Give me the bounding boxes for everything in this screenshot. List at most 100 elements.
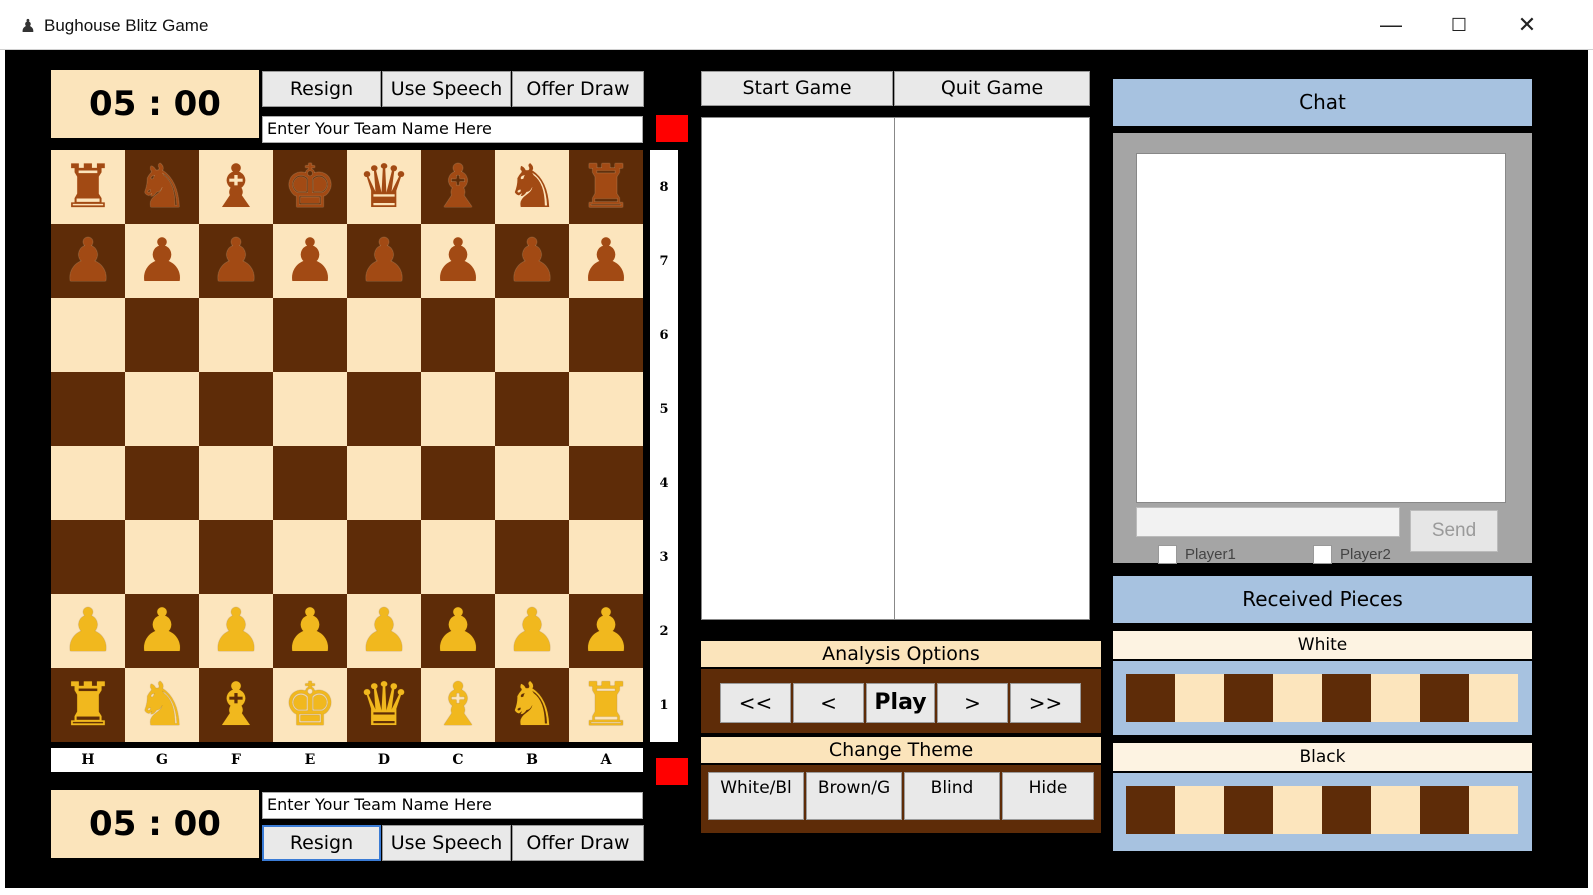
w-bishop-icon[interactable]: ♝ <box>209 668 263 742</box>
board-square[interactable]: ♟ <box>569 224 643 298</box>
bottom-team-name-field[interactable]: Enter Your Team Name Here <box>262 792 643 819</box>
chess-board[interactable]: ♜ ♞ ♝ ♚ ♛ ♝ ♞ ♜ ♟ ♟ ♟ ♟ ♟ ♟ ♟ ♟ ♟ ♟ ♟ ♟ ♟ ♟ ♟ ♟ ♜ ♞ ♝ ♚ ♛ ♝ ♞ ♜ <box>51 150 643 742</box>
player2-checkbox[interactable] <box>1313 545 1332 564</box>
b-knight-icon[interactable]: ♞ <box>135 150 189 224</box>
board-square[interactable]: ♟ <box>495 594 569 668</box>
board-square[interactable] <box>569 372 643 446</box>
theme-hide-button[interactable]: Hide <box>1002 772 1094 820</box>
board-square[interactable]: ♝ <box>199 668 273 742</box>
received-piece-slot[interactable] <box>1469 674 1518 722</box>
b-pawn-icon[interactable]: ♟ <box>505 224 559 298</box>
b-bishop-icon[interactable]: ♝ <box>431 150 485 224</box>
board-square[interactable] <box>347 298 421 372</box>
b-pawn-icon[interactable]: ♟ <box>357 224 411 298</box>
received-piece-slot[interactable] <box>1224 674 1273 722</box>
board-square[interactable]: ♟ <box>421 224 495 298</box>
received-piece-slot[interactable] <box>1322 786 1371 834</box>
board-square[interactable] <box>495 520 569 594</box>
board-square[interactable]: ♝ <box>421 150 495 224</box>
board-square[interactable]: ♚ <box>273 150 347 224</box>
board-square[interactable] <box>569 446 643 520</box>
board-square[interactable] <box>273 446 347 520</box>
board-square[interactable]: ♜ <box>569 668 643 742</box>
board-square[interactable]: ♟ <box>51 594 125 668</box>
b-rook-icon[interactable]: ♜ <box>61 150 115 224</box>
w-pawn-icon[interactable]: ♟ <box>431 594 485 668</box>
board-square[interactable]: ♞ <box>495 150 569 224</box>
b-bishop-icon[interactable]: ♝ <box>209 150 263 224</box>
received-piece-slot[interactable] <box>1224 786 1273 834</box>
received-piece-slot[interactable] <box>1322 674 1371 722</box>
play-button[interactable]: Play <box>866 683 935 723</box>
w-knight-icon[interactable]: ♞ <box>135 668 189 742</box>
board-square[interactable]: ♟ <box>347 224 421 298</box>
board-square[interactable] <box>199 446 273 520</box>
board-square[interactable]: ♟ <box>125 594 199 668</box>
board-square[interactable] <box>199 520 273 594</box>
board-square[interactable] <box>199 372 273 446</box>
w-king-icon[interactable]: ♚ <box>283 668 337 742</box>
received-piece-slot[interactable] <box>1273 786 1322 834</box>
w-pawn-icon[interactable]: ♟ <box>283 594 337 668</box>
close-button[interactable]: ✕ <box>1493 0 1561 50</box>
board-square[interactable] <box>347 520 421 594</box>
board-square[interactable] <box>495 372 569 446</box>
board-square[interactable] <box>125 446 199 520</box>
bottom-offer-draw-button[interactable]: Offer Draw <box>512 825 644 861</box>
theme-blind-button[interactable]: Blind <box>904 772 1000 820</box>
received-piece-slot[interactable] <box>1126 674 1175 722</box>
b-pawn-icon[interactable]: ♟ <box>431 224 485 298</box>
received-piece-slot[interactable] <box>1126 786 1175 834</box>
send-button[interactable]: Send <box>1410 510 1498 552</box>
w-rook-icon[interactable]: ♜ <box>61 668 115 742</box>
w-queen-icon[interactable]: ♛ <box>357 668 411 742</box>
start-game-button[interactable]: Start Game <box>701 71 893 106</box>
w-bishop-icon[interactable]: ♝ <box>431 668 485 742</box>
first-move-button[interactable]: << <box>720 683 791 723</box>
b-rook-icon[interactable]: ♜ <box>579 150 633 224</box>
b-pawn-icon[interactable]: ♟ <box>579 224 633 298</box>
board-square[interactable] <box>125 298 199 372</box>
board-square[interactable] <box>347 372 421 446</box>
board-square[interactable]: ♛ <box>347 668 421 742</box>
bottom-use-speech-button[interactable]: Use Speech <box>382 825 511 861</box>
board-square[interactable]: ♟ <box>51 224 125 298</box>
board-square[interactable] <box>51 372 125 446</box>
b-pawn-icon[interactable]: ♟ <box>135 224 189 298</box>
theme-brown-gold-button[interactable]: Brown/G <box>806 772 902 820</box>
b-pawn-icon[interactable]: ♟ <box>209 224 263 298</box>
board-square[interactable] <box>51 446 125 520</box>
chat-message-input[interactable] <box>1136 507 1400 537</box>
board-square[interactable] <box>273 298 347 372</box>
theme-white-black-button[interactable]: White/Bl <box>708 772 804 820</box>
board-square[interactable] <box>495 298 569 372</box>
w-knight-icon[interactable]: ♞ <box>505 668 559 742</box>
previous-move-button[interactable]: < <box>793 683 864 723</box>
board-square[interactable]: ♟ <box>273 594 347 668</box>
received-piece-slot[interactable] <box>1273 674 1322 722</box>
board-square[interactable] <box>273 372 347 446</box>
board-square[interactable]: ♞ <box>125 668 199 742</box>
board-square[interactable]: ♟ <box>199 224 273 298</box>
board-square[interactable]: ♝ <box>199 150 273 224</box>
bottom-resign-button[interactable]: Resign <box>262 825 381 861</box>
b-queen-icon[interactable]: ♛ <box>357 150 411 224</box>
received-piece-slot[interactable] <box>1371 786 1420 834</box>
board-square[interactable]: ♞ <box>495 668 569 742</box>
w-pawn-icon[interactable]: ♟ <box>357 594 411 668</box>
board-square[interactable] <box>51 520 125 594</box>
board-square[interactable] <box>421 372 495 446</box>
board-square[interactable]: ♟ <box>125 224 199 298</box>
b-knight-icon[interactable]: ♞ <box>505 150 559 224</box>
board-square[interactable] <box>569 298 643 372</box>
received-piece-slot[interactable] <box>1175 674 1224 722</box>
board-square[interactable]: ♟ <box>273 224 347 298</box>
board-square[interactable]: ♟ <box>569 594 643 668</box>
board-square[interactable] <box>421 298 495 372</box>
b-king-icon[interactable]: ♚ <box>283 150 337 224</box>
board-square[interactable] <box>421 520 495 594</box>
board-square[interactable] <box>199 298 273 372</box>
received-piece-slot[interactable] <box>1420 674 1469 722</box>
board-square[interactable] <box>51 298 125 372</box>
board-square[interactable]: ♞ <box>125 150 199 224</box>
